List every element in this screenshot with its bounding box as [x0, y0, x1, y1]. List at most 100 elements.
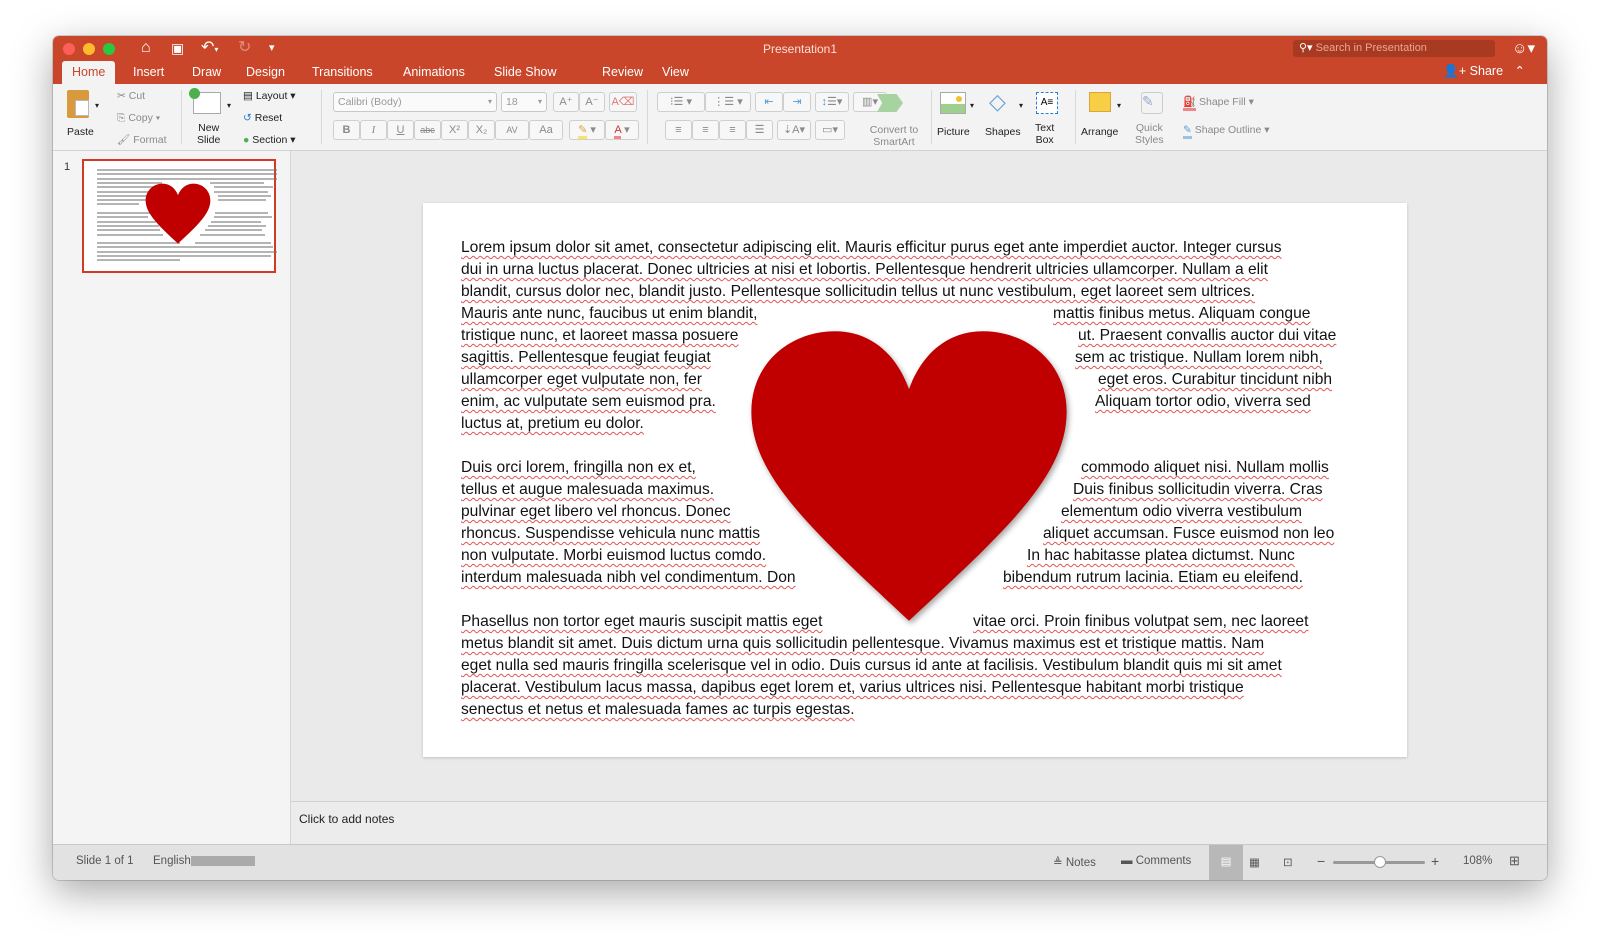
powerpoint-window: ⌂ ▣ ↶▾ ↻ ▾ Presentation1 ⚲▾ Search in Pr…	[53, 36, 1547, 880]
arrange-icon[interactable]	[1089, 92, 1111, 112]
format-painter-button[interactable]: 🖌 Format	[117, 134, 167, 146]
highlight-color-button[interactable]: ✎ ▾	[569, 120, 605, 140]
font-size-select[interactable]: 18 ▾	[501, 92, 547, 112]
tab-slide-show[interactable]: Slide Show	[484, 61, 567, 84]
slide-text-line: dui in urna luctus placerat. Donec ultri…	[461, 261, 1268, 278]
search-input[interactable]: ⚲▾ Search in Presentation	[1293, 40, 1495, 57]
shapes-dropdown-icon[interactable]: ▾	[1019, 100, 1023, 112]
notes-toggle-button[interactable]: ≜ Notes	[1053, 855, 1096, 869]
copy-button[interactable]: ⎘ Copy ▾	[117, 112, 160, 124]
slide-text-line: aliquet accumsan. Fusce euismod non leo	[1043, 525, 1335, 542]
thumbnail-heart	[145, 183, 211, 244]
slide-thumbnail[interactable]	[82, 159, 278, 273]
quick-styles-icon[interactable]: ✎	[1141, 92, 1163, 114]
change-case-button[interactable]: Aa	[529, 120, 563, 140]
new-slide-button[interactable]: New Slide	[197, 122, 220, 146]
decrease-indent-button[interactable]: ⇤	[755, 92, 783, 112]
tab-animations[interactable]: Animations	[393, 61, 475, 84]
feedback-smiley-icon[interactable]: ☺▾	[1512, 39, 1535, 57]
layout-button[interactable]: ▤ Layout ▾	[243, 90, 296, 102]
align-text-button[interactable]: ▭▾	[815, 120, 845, 140]
thumbnail-text-line	[97, 259, 180, 262]
quick-styles-button[interactable]: Quick Styles	[1135, 122, 1164, 146]
tab-draw[interactable]: Draw	[182, 61, 231, 84]
paste-button[interactable]: Paste	[67, 126, 94, 138]
notes-icon: ≜	[1053, 857, 1063, 869]
tab-view[interactable]: View	[652, 61, 699, 84]
thumbnail-text-line	[97, 203, 140, 206]
slide-sorter-button[interactable]: ▦	[1249, 855, 1260, 869]
shape-fill-button[interactable]: ⛽ Shape Fill ▾	[1183, 96, 1254, 111]
decrease-font-size-button[interactable]: A⁻	[579, 92, 605, 112]
paste-icon[interactable]	[67, 90, 89, 118]
tab-design[interactable]: Design	[236, 61, 295, 84]
font-color-button[interactable]: A ▾	[605, 120, 639, 140]
zoom-in-button[interactable]: +	[1431, 853, 1439, 869]
bold-button[interactable]: B	[333, 120, 360, 140]
arrange-dropdown-icon[interactable]: ▾	[1117, 100, 1121, 112]
arrange-button[interactable]: Arrange	[1081, 126, 1118, 138]
text-box-label-1: Text	[1035, 122, 1055, 134]
zoom-level[interactable]: 108%	[1463, 855, 1492, 867]
strikethrough-button[interactable]: abc	[414, 120, 441, 140]
slide-canvas[interactable]: Lorem ipsum dolor sit amet, consectetur …	[423, 203, 1407, 757]
tab-insert[interactable]: Insert	[123, 61, 174, 84]
slide-text-line: Mauris ante nunc, faucibus ut enim bland…	[461, 305, 758, 322]
paste-dropdown-icon[interactable]: ▾	[95, 100, 99, 112]
paintbrush-icon: 🖌	[117, 134, 131, 146]
new-slide-dropdown-icon[interactable]: ▾	[227, 100, 231, 112]
shapes-icon[interactable]: ◇	[989, 90, 1013, 114]
fit-to-window-icon[interactable]: ⊞	[1509, 853, 1520, 869]
new-slide-icon[interactable]	[189, 88, 221, 114]
align-left-button[interactable]: ≡	[665, 120, 692, 140]
superscript-button[interactable]: X²	[441, 120, 468, 140]
text-box-icon[interactable]: A≡	[1036, 92, 1058, 114]
character-spacing-button[interactable]: AV	[495, 120, 529, 140]
zoom-out-button[interactable]: −	[1317, 853, 1325, 869]
justify-button[interactable]: ☰	[746, 120, 773, 140]
new-slide-label-1: New	[198, 122, 220, 134]
shapes-button[interactable]: Shapes	[985, 126, 1021, 138]
italic-button[interactable]: I	[360, 120, 387, 140]
normal-view-button[interactable]: ▤	[1209, 845, 1243, 880]
cut-button[interactable]: ✂ Cut	[117, 90, 145, 102]
convert-smartart-button[interactable]: Convert to SmartArt	[861, 124, 927, 148]
comments-toggle-button[interactable]: ▬ Comments	[1121, 855, 1191, 867]
tab-transitions[interactable]: Transitions	[302, 61, 383, 84]
line-spacing-button[interactable]: ↕☰▾	[815, 92, 849, 112]
picture-icon[interactable]	[940, 92, 966, 114]
reading-view-button[interactable]: ⊡	[1283, 855, 1293, 869]
zoom-slider[interactable]	[1333, 856, 1425, 868]
share-button[interactable]: 👤+ Share ⌃	[1443, 63, 1525, 79]
text-box-button[interactable]: Text Box	[1035, 122, 1054, 146]
increase-font-size-button[interactable]: A⁺	[553, 92, 579, 112]
slide-thumbnail-pane: 1	[53, 151, 291, 844]
picture-dropdown-icon[interactable]: ▾	[970, 100, 974, 112]
clear-formatting-icon[interactable]: A⌫	[609, 92, 637, 112]
collapse-ribbon-icon[interactable]: ⌃	[1515, 64, 1525, 78]
columns-icon: ▥	[862, 96, 873, 108]
tab-home[interactable]: Home	[62, 61, 116, 84]
language-indicator[interactable]: English	[153, 855, 255, 867]
thumbnail-text-line	[97, 216, 149, 219]
shape-outline-button[interactable]: ✎ Shape Outline ▾	[1183, 124, 1270, 139]
numbering-button[interactable]: ⋮☰ ▾	[705, 92, 751, 112]
underline-button[interactable]: U	[387, 120, 414, 140]
line-spacing-icon: ↕	[821, 96, 828, 108]
thumbnail-text-line	[97, 246, 273, 249]
align-center-button[interactable]: ≡	[692, 120, 719, 140]
thumbnail-text-line	[213, 190, 268, 193]
align-right-button[interactable]: ≡	[719, 120, 746, 140]
reset-button[interactable]: ↺ Reset	[243, 112, 282, 124]
zoom-slider-thumb[interactable]	[1374, 856, 1387, 868]
increase-indent-button[interactable]: ⇥	[783, 92, 811, 112]
notes-pane[interactable]: Click to add notes	[291, 801, 1547, 844]
tab-review[interactable]: Review	[592, 61, 653, 84]
subscript-button[interactable]: X₂	[468, 120, 495, 140]
slide-text-line: mattis finibus metus. Aliquam congue	[1053, 305, 1311, 322]
section-button[interactable]: ● Section ▾	[243, 134, 296, 146]
bullets-button[interactable]: ⁝☰ ▾	[657, 92, 705, 112]
font-name-select[interactable]: Calibri (Body) ▾	[333, 92, 497, 112]
text-direction-button[interactable]: ⇣A▾	[777, 120, 811, 140]
picture-button[interactable]: Picture	[937, 126, 970, 138]
